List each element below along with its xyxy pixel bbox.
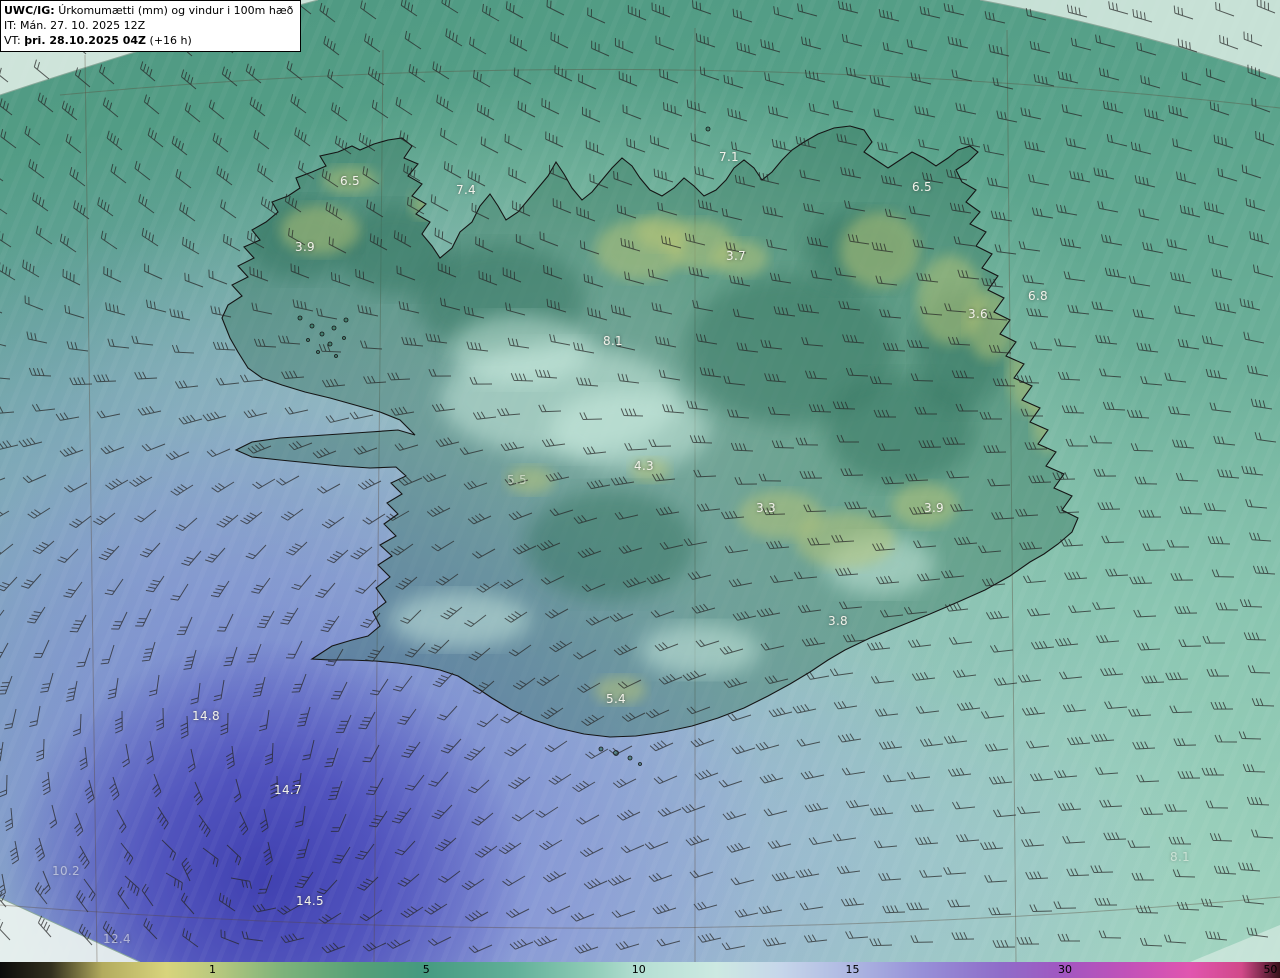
value-label: 8.1 bbox=[1170, 850, 1190, 864]
weather-map-viewport: 6.5 7.4 7.1 6.5 3.9 3.7 6.8 3.6 8.1 4.3 5.5 3.3 3.9 3… bbox=[0, 0, 1280, 978]
value-label: 14.7 bbox=[274, 783, 302, 797]
value-label: 3.3 bbox=[756, 501, 776, 515]
value-label: 3.9 bbox=[924, 501, 944, 515]
value-label: 5.4 bbox=[606, 692, 626, 706]
colorbar-tick: 1 bbox=[208, 963, 216, 976]
colorbar-tick: 10 bbox=[631, 963, 646, 976]
value-label: 14.8 bbox=[192, 709, 220, 723]
value-label: 6.5 bbox=[912, 180, 932, 194]
colorbar-tick: 5 bbox=[422, 963, 430, 976]
init-time: IT: Mán. 27. 10. 2025 12Z bbox=[4, 19, 146, 32]
value-labels-layer: 6.5 7.4 7.1 6.5 3.9 3.7 6.8 3.6 8.1 4.3 5.5 3.3 3.9 3… bbox=[0, 0, 1280, 962]
value-label: 3.7 bbox=[726, 249, 746, 263]
value-label: 7.1 bbox=[719, 150, 739, 164]
model-label: UWC/IG: bbox=[4, 4, 55, 17]
map-title: Úrkomumætti (mm) og vindur i 100m hæð bbox=[58, 4, 294, 17]
value-label: 3.8 bbox=[828, 614, 848, 628]
colorbar-tick: 50 bbox=[1263, 963, 1278, 976]
value-label: 8.1 bbox=[603, 334, 623, 348]
title-box: UWC/IG: Úrkomumætti (mm) og vindur i 100… bbox=[0, 0, 302, 52]
colorbar: 1 5 10 15 30 50 bbox=[0, 962, 1280, 978]
value-label: 5.5 bbox=[507, 473, 527, 487]
value-label: 6.8 bbox=[1028, 289, 1048, 303]
value-label: 4.3 bbox=[634, 459, 654, 473]
valid-time-prefix: VT: bbox=[4, 34, 21, 47]
colorbar-tick: 30 bbox=[1057, 963, 1072, 976]
value-label: 7.4 bbox=[456, 183, 476, 197]
value-label: 10.2 bbox=[52, 864, 80, 878]
colorbar-tick: 15 bbox=[845, 963, 860, 976]
value-label: 14.5 bbox=[296, 894, 324, 908]
valid-time: þri. 28.10.2025 04Z bbox=[24, 34, 147, 47]
value-label: 6.5 bbox=[340, 174, 360, 188]
title-line-model: UWC/IG: Úrkomumætti (mm) og vindur i 100… bbox=[4, 3, 293, 18]
value-label: 3.6 bbox=[968, 307, 988, 321]
valid-time-offset: (+16 h) bbox=[149, 34, 192, 47]
value-label: 12.4 bbox=[103, 932, 131, 946]
colorbar-ticks: 1 5 10 15 30 50 bbox=[0, 962, 1280, 978]
valid-time-line: VT: þri. 28.10.2025 04Z (+16 h) bbox=[4, 33, 293, 48]
value-label: 3.9 bbox=[295, 240, 315, 254]
